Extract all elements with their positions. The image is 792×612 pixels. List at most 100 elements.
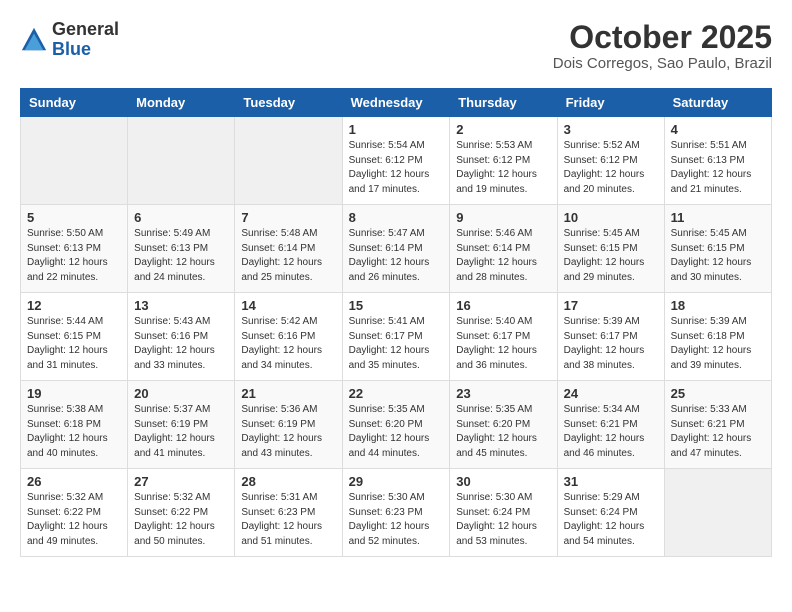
day-number: 4 [671,122,765,137]
day-number: 20 [134,386,228,401]
calendar-cell [21,117,128,205]
calendar-cell: 14 Sunrise: 5:42 AM Sunset: 6:16 PM Dayli… [235,293,342,381]
calendar-week-row: 19 Sunrise: 5:38 AM Sunset: 6:18 PM Dayli… [21,381,772,469]
day-number: 26 [27,474,121,489]
day-info: Sunrise: 5:49 AM Sunset: 6:13 PM Dayligh… [134,227,228,285]
logo-blue-text: Blue [52,39,91,59]
day-number: 2 [456,122,550,137]
calendar-cell: 29Sunrise: 5:30 AM Sunset: 6:23 PM Dayli… [342,469,450,557]
logo: General Blue [20,20,119,60]
location: Dois Corregos, Sao Paulo, Brazil [553,55,772,72]
day-info: Sunrise: 5:32 AM Sunset: 6:22 PM Dayligh… [134,491,228,549]
day-info: Sunrise: 5:41 AM Sunset: 6:17 PM Dayligh… [349,315,444,373]
day-number: 25 [671,386,765,401]
day-info: Sunrise: 5:43 AM Sunset: 6:16 PM Dayligh… [134,315,228,373]
logo-icon [20,26,48,54]
calendar-cell: 28Sunrise: 5:31 AM Sunset: 6:23 PM Dayli… [235,469,342,557]
calendar-cell: 21Sunrise: 5:36 AM Sunset: 6:19 PM Dayli… [235,381,342,469]
calendar-cell: 13Sunrise: 5:43 AM Sunset: 6:16 PM Dayli… [128,293,235,381]
day-number: 23 [456,386,550,401]
day-info: Sunrise: 5:34 AM Sunset: 6:21 PM Dayligh… [564,403,658,461]
day-number: 16 [456,298,550,313]
day-number: 10 [564,210,658,225]
calendar-week-row: 1Sunrise: 5:54 AM Sunset: 6:12 PM Daylig… [21,117,772,205]
day-info: Sunrise: 5:36 AM Sunset: 6:19 PM Dayligh… [241,403,335,461]
day-info: Sunrise: 5:35 AM Sunset: 6:20 PM Dayligh… [349,403,444,461]
calendar-cell: 4 Sunrise: 5:51 AM Sunset: 6:13 PM Daylig… [664,117,771,205]
page-header: General Blue October 2025 Dois Corregos,… [20,20,772,72]
calendar-cell: 8 Sunrise: 5:47 AM Sunset: 6:14 PM Daylig… [342,205,450,293]
day-info: Sunrise: 5:47 AM Sunset: 6:14 PM Dayligh… [349,227,444,285]
day-number: 31 [564,474,658,489]
calendar-table: SundayMondayTuesdayWednesdayThursdayFrid… [20,88,772,557]
day-number: 8 [349,210,444,225]
calendar-cell: 23 Sunrise: 5:35 AM Sunset: 6:20 PM Dayli… [450,381,557,469]
day-info: Sunrise: 5:51 AM Sunset: 6:13 PM Dayligh… [671,139,765,197]
day-number: 14 [241,298,335,313]
day-number: 27 [134,474,228,489]
weekday-header-tuesday: Tuesday [235,89,342,117]
day-info: Sunrise: 5:39 AM Sunset: 6:17 PM Dayligh… [564,315,658,373]
weekday-header-wednesday: Wednesday [342,89,450,117]
weekday-header-row: SundayMondayTuesdayWednesdayThursdayFrid… [21,89,772,117]
calendar-cell: 9Sunrise: 5:46 AM Sunset: 6:14 PM Daylig… [450,205,557,293]
calendar-cell: 30 Sunrise: 5:30 AM Sunset: 6:24 PM Dayli… [450,469,557,557]
day-info: Sunrise: 5:40 AM Sunset: 6:17 PM Dayligh… [456,315,550,373]
calendar-week-row: 26 Sunrise: 5:32 AM Sunset: 6:22 PM Dayli… [21,469,772,557]
calendar-cell: 27 Sunrise: 5:32 AM Sunset: 6:22 PM Dayli… [128,469,235,557]
day-number: 3 [564,122,658,137]
day-number: 15 [349,298,444,313]
calendar-cell [128,117,235,205]
weekday-header-monday: Monday [128,89,235,117]
day-number: 24 [564,386,658,401]
day-number: 30 [456,474,550,489]
calendar-cell: 22 Sunrise: 5:35 AM Sunset: 6:20 PM Dayli… [342,381,450,469]
calendar-cell: 5 Sunrise: 5:50 AM Sunset: 6:13 PM Daylig… [21,205,128,293]
day-info: Sunrise: 5:42 AM Sunset: 6:16 PM Dayligh… [241,315,335,373]
day-number: 19 [27,386,121,401]
month-title: October 2025 [553,20,772,55]
calendar-cell: 19 Sunrise: 5:38 AM Sunset: 6:18 PM Dayli… [21,381,128,469]
logo-general-text: General [52,19,119,39]
calendar-cell: 31Sunrise: 5:29 AM Sunset: 6:24 PM Dayli… [557,469,664,557]
weekday-header-friday: Friday [557,89,664,117]
day-number: 5 [27,210,121,225]
day-number: 11 [671,210,765,225]
day-info: Sunrise: 5:32 AM Sunset: 6:22 PM Dayligh… [27,491,121,549]
day-info: Sunrise: 5:53 AM Sunset: 6:12 PM Dayligh… [456,139,550,197]
day-info: Sunrise: 5:54 AM Sunset: 6:12 PM Dayligh… [349,139,444,197]
day-number: 6 [134,210,228,225]
calendar-cell: 25 Sunrise: 5:33 AM Sunset: 6:21 PM Dayli… [664,381,771,469]
day-number: 12 [27,298,121,313]
day-info: Sunrise: 5:33 AM Sunset: 6:21 PM Dayligh… [671,403,765,461]
calendar-cell [235,117,342,205]
day-number: 22 [349,386,444,401]
calendar-cell: 7 Sunrise: 5:48 AM Sunset: 6:14 PM Daylig… [235,205,342,293]
calendar-cell: 16 Sunrise: 5:40 AM Sunset: 6:17 PM Dayli… [450,293,557,381]
calendar-cell: 2 Sunrise: 5:53 AM Sunset: 6:12 PM Daylig… [450,117,557,205]
calendar-cell: 18Sunrise: 5:39 AM Sunset: 6:18 PM Dayli… [664,293,771,381]
day-info: Sunrise: 5:38 AM Sunset: 6:18 PM Dayligh… [27,403,121,461]
weekday-header-sunday: Sunday [21,89,128,117]
day-info: Sunrise: 5:48 AM Sunset: 6:14 PM Dayligh… [241,227,335,285]
calendar-cell: 15 Sunrise: 5:41 AM Sunset: 6:17 PM Dayli… [342,293,450,381]
day-number: 18 [671,298,765,313]
day-info: Sunrise: 5:30 AM Sunset: 6:24 PM Dayligh… [456,491,550,549]
day-info: Sunrise: 5:31 AM Sunset: 6:23 PM Dayligh… [241,491,335,549]
day-info: Sunrise: 5:50 AM Sunset: 6:13 PM Dayligh… [27,227,121,285]
calendar-cell: 17Sunrise: 5:39 AM Sunset: 6:17 PM Dayli… [557,293,664,381]
calendar-cell: 3 Sunrise: 5:52 AM Sunset: 6:12 PM Daylig… [557,117,664,205]
calendar-cell: 12 Sunrise: 5:44 AM Sunset: 6:15 PM Dayli… [21,293,128,381]
calendar-cell: 1Sunrise: 5:54 AM Sunset: 6:12 PM Daylig… [342,117,450,205]
day-info: Sunrise: 5:44 AM Sunset: 6:15 PM Dayligh… [27,315,121,373]
day-number: 7 [241,210,335,225]
day-info: Sunrise: 5:45 AM Sunset: 6:15 PM Dayligh… [564,227,658,285]
calendar-cell: 11Sunrise: 5:45 AM Sunset: 6:15 PM Dayli… [664,205,771,293]
day-number: 29 [349,474,444,489]
weekday-header-saturday: Saturday [664,89,771,117]
calendar-cell [664,469,771,557]
day-info: Sunrise: 5:52 AM Sunset: 6:12 PM Dayligh… [564,139,658,197]
day-info: Sunrise: 5:35 AM Sunset: 6:20 PM Dayligh… [456,403,550,461]
calendar-cell: 26 Sunrise: 5:32 AM Sunset: 6:22 PM Dayli… [21,469,128,557]
day-info: Sunrise: 5:46 AM Sunset: 6:14 PM Dayligh… [456,227,550,285]
